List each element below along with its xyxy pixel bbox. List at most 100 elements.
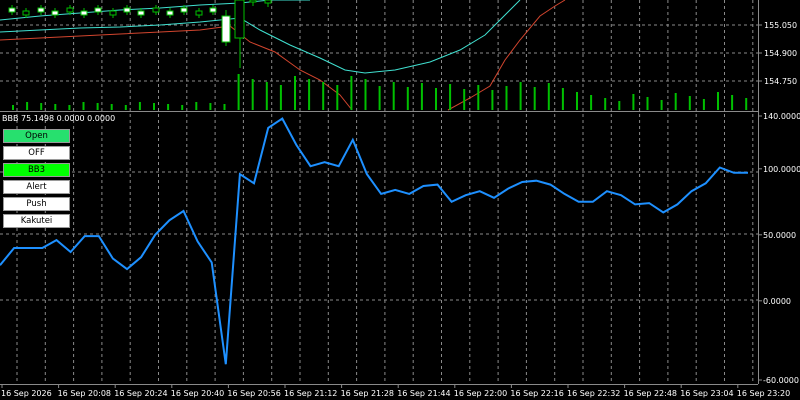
volume-bar — [505, 86, 508, 110]
price-chart — [0, 0, 748, 111]
volume-bar — [265, 82, 268, 110]
indicator-tick-label: 0.0000 — [763, 297, 791, 306]
indicator-chart — [0, 117, 748, 365]
candle-body — [234, 0, 245, 39]
price-tick-label: 155.050 — [764, 21, 797, 30]
volume-bar — [209, 103, 212, 110]
volume-bar — [26, 102, 29, 110]
volume-bar — [463, 89, 466, 110]
off-button[interactable]: OFF — [3, 146, 70, 160]
volume-bar — [435, 88, 437, 110]
price-tick-label: 154.750 — [764, 77, 797, 86]
volume-bar — [378, 86, 381, 110]
time-tick-label: 16 Sep 22:32 — [567, 389, 620, 398]
time-tick-label: 16 Sep 23:04 — [680, 389, 733, 398]
candle-body — [8, 7, 16, 13]
chart-area: 155.050 154.900 154.750 140.0000 100.0000 50… — [0, 0, 800, 398]
volume-bar — [576, 92, 578, 110]
indicator-tick-label: -60.0000 — [763, 376, 799, 385]
bollinger-lower-band — [0, 25, 353, 111]
time-tick-label: 16 Sep 20:24 — [114, 389, 167, 398]
price-axis: 155.050 154.900 154.750 — [758, 21, 797, 86]
volume-bar — [181, 105, 184, 110]
volume-bar — [547, 83, 550, 110]
candle-body — [22, 10, 30, 16]
candle-body — [123, 7, 131, 13]
time-tick-label: 16 Sep 22:00 — [454, 389, 507, 398]
volume-bar — [604, 98, 607, 110]
candle-body — [109, 10, 117, 16]
candle-body — [264, 0, 272, 4]
volume-bar — [477, 85, 480, 110]
volume-bar — [646, 97, 649, 110]
volume-bars — [12, 74, 748, 110]
time-tick-label: 16 Sep 23:20 — [737, 389, 790, 398]
volume-bar — [336, 85, 339, 110]
volume-bar — [660, 100, 663, 110]
volume-bar — [392, 82, 395, 110]
candle-body — [66, 7, 74, 13]
volume-bar — [82, 102, 85, 110]
volume-bar — [68, 105, 71, 110]
candle-body — [80, 10, 88, 16]
indicator-tick-label: 50.0000 — [763, 231, 796, 240]
indicator-tick-label: 100.0000 — [763, 165, 800, 174]
kakutei-button[interactable]: Kakutei — [3, 214, 70, 228]
volume-bar — [195, 102, 198, 110]
volume-bar — [590, 95, 593, 110]
volume-bar — [449, 84, 452, 110]
candle-body — [137, 10, 145, 16]
candle-body — [221, 15, 231, 43]
volume-bar — [223, 104, 226, 110]
volume-bar — [674, 93, 677, 110]
volume-bar — [40, 103, 43, 110]
candle-body — [152, 7, 160, 13]
price-candles — [8, 0, 272, 68]
candle-body — [249, 0, 257, 3]
volume-bar — [12, 105, 14, 110]
push-button[interactable]: Push — [3, 197, 70, 211]
candle-body — [51, 10, 59, 16]
time-tick-label: 16 Sep 22:16 — [510, 389, 563, 398]
volume-bar — [167, 104, 170, 110]
volume-bar — [618, 101, 621, 110]
volume-bar — [110, 104, 113, 110]
volume-bar — [406, 87, 409, 110]
time-tick-label: 16 Sep 21:44 — [397, 389, 450, 398]
bb3-button[interactable]: BB3 — [3, 163, 70, 177]
volume-bar — [519, 82, 522, 110]
volume-bar — [491, 90, 494, 110]
time-tick-label: 16 Sep 20:08 — [58, 389, 111, 398]
volume-bar — [322, 82, 325, 110]
volume-bar — [717, 92, 719, 110]
indicator-title: BBB 75.1498 0.0000 0.0000 — [2, 114, 116, 123]
time-tick-label: 16 Sep 20:56 — [227, 389, 280, 398]
volume-bar — [731, 95, 734, 110]
candle-body — [180, 7, 188, 13]
button-panel: Open OFF BB3 Alert Push Kakutei — [3, 129, 70, 231]
indicator-y-axis: 140.0000 100.0000 50.0000 0.0000 -60.0000 — [758, 112, 800, 385]
time-tick-label: 16 Sep 22:48 — [624, 389, 677, 398]
volume-bar — [124, 105, 127, 110]
open-button[interactable]: Open — [3, 129, 70, 143]
volume-bar — [420, 83, 423, 110]
volume-bar — [688, 96, 691, 110]
volume-bar — [237, 74, 240, 110]
candle-body — [166, 10, 174, 16]
volume-bar — [138, 102, 141, 110]
alert-button[interactable]: Alert — [3, 180, 70, 194]
indicator-tick-label: 140.0000 — [763, 112, 800, 121]
volume-bar — [308, 79, 311, 110]
time-tick-label: 16 Sep 20:40 — [171, 389, 224, 398]
volume-bar — [153, 103, 155, 110]
volume-bar — [96, 103, 99, 110]
volume-bar — [364, 79, 367, 110]
volume-bar — [350, 76, 353, 110]
price-tick-label: 154.900 — [764, 49, 797, 58]
volume-bar — [533, 87, 536, 110]
volume-bar — [561, 88, 564, 110]
candle-body — [195, 10, 203, 16]
bbb-series-line — [0, 117, 748, 365]
volume-bar — [251, 79, 254, 110]
candle-body — [94, 7, 102, 13]
